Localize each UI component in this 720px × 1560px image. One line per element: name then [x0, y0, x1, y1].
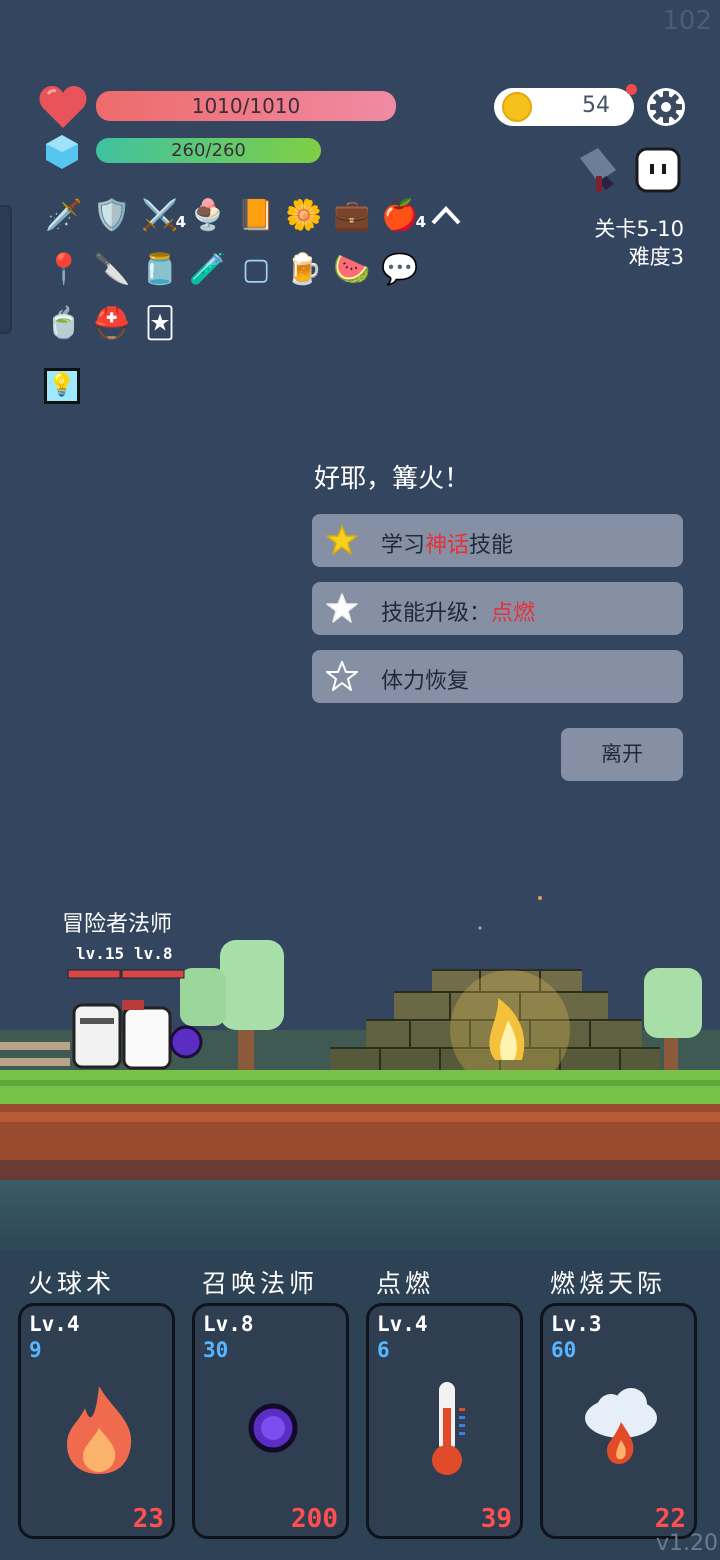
- leave-button[interactable]: 离开: [561, 728, 683, 781]
- option-label: 学习神话技能: [381, 527, 513, 559]
- sword-icon[interactable]: ⚔️ 4: [140, 196, 186, 236]
- fire-cloud-icon: [585, 1388, 657, 1464]
- skill-cost: 200: [291, 1504, 338, 1534]
- option-text: 技能升级：: [381, 601, 492, 626]
- option-text: 体力恢复: [381, 669, 470, 694]
- star-outline-icon: [326, 661, 358, 691]
- potion-icon[interactable]: 🧪: [188, 250, 228, 290]
- purple-orb-icon: [248, 1403, 298, 1453]
- coin-icon: [502, 92, 532, 122]
- version-label: v1.20: [655, 1531, 718, 1556]
- star-filled-gold-icon: [326, 525, 358, 555]
- skill-cost: 39: [480, 1504, 512, 1534]
- fps-counter: 102: [662, 6, 712, 36]
- skill-name: 火球术: [28, 1269, 116, 1298]
- knight-level: lv.15: [76, 944, 125, 963]
- option-text: 技能: [469, 533, 514, 558]
- dagger-icon[interactable]: 🗡️: [44, 196, 84, 236]
- option-highlight: 神话: [425, 533, 470, 558]
- tea-cup-icon[interactable]: 🍵: [44, 304, 84, 344]
- book-icon[interactable]: 📙: [236, 196, 276, 236]
- hp-bar: 1010/1010: [96, 91, 396, 121]
- skill-level: Lv.3: [551, 1312, 602, 1336]
- skill-mana: 9: [29, 1338, 42, 1362]
- star-filled-white-icon: [326, 593, 358, 623]
- playing-cards-icon[interactable]: 🃏: [140, 304, 180, 344]
- skill-card-burning-sky[interactable]: Lv.3 60 22: [540, 1303, 697, 1539]
- stage-difficulty: 难度3: [628, 245, 684, 269]
- skill-name: 燃烧天际: [550, 1269, 667, 1298]
- party-names: 冒险者法师: [62, 912, 173, 937]
- thermometer-icon: [432, 1382, 465, 1475]
- briefcase-icon[interactable]: 💼: [332, 196, 372, 236]
- side-drawer-tab[interactable]: [0, 205, 12, 334]
- blade-icon[interactable]: 🔪: [92, 250, 132, 290]
- skill-cost: 22: [654, 1504, 686, 1534]
- watermelon-icon[interactable]: 🍉: [332, 250, 372, 290]
- mage-level: lv.8: [134, 944, 173, 963]
- mp-bar: 260/260: [96, 138, 321, 163]
- sword-glyph: ⚔️: [141, 198, 179, 233]
- gear-icon[interactable]: [646, 87, 686, 127]
- shield-icon[interactable]: 🛡️: [92, 196, 132, 236]
- skill-cost: 23: [132, 1504, 164, 1534]
- option-label: 体力恢复: [381, 663, 469, 695]
- stage-level: 关卡5-10: [594, 217, 684, 241]
- skill-card-fireball[interactable]: Lv.4 9 23: [18, 1303, 175, 1539]
- ice-cream-icon[interactable]: 🍨: [188, 196, 228, 236]
- option-label: 技能升级：点燃: [381, 595, 535, 627]
- apple-glyph: 🍎: [381, 198, 419, 233]
- stage-info: 关卡5-10 难度3: [594, 215, 684, 271]
- skill-mana: 60: [551, 1338, 577, 1362]
- chat-bubble-icon[interactable]: 💬: [380, 250, 420, 290]
- hp-value: 1010/1010: [191, 94, 301, 118]
- flower-icon[interactable]: 🌼: [284, 196, 324, 236]
- knight-hero: [72, 1003, 122, 1069]
- item-count: 4: [175, 213, 186, 231]
- ghost-pet-icon: [635, 147, 681, 193]
- skill-card-ignite[interactable]: Lv.4 6 39: [366, 1303, 523, 1539]
- apple-icon[interactable]: 🍎 4: [380, 196, 426, 236]
- skill-name: 召唤法师: [202, 1269, 319, 1298]
- mp-value: 260/260: [171, 140, 246, 161]
- coin-value: 54: [582, 93, 610, 118]
- fire-icon: [67, 1386, 132, 1474]
- option-restore-stamina[interactable]: 体力恢复: [312, 650, 683, 703]
- beer-icon[interactable]: 🍺: [284, 250, 324, 290]
- frame-icon[interactable]: ▢: [236, 250, 276, 290]
- heart-icon: [39, 86, 87, 128]
- viking-helmet-icon[interactable]: ⛑️: [92, 304, 132, 344]
- option-text: 学习: [381, 533, 426, 558]
- cleaver-icon: [580, 148, 616, 192]
- option-upgrade-skill[interactable]: 技能升级：点燃: [312, 582, 683, 635]
- item-count: 4: [415, 213, 426, 231]
- jam-jar-icon[interactable]: 🫙: [140, 250, 180, 290]
- mana-crystal-icon: [46, 135, 78, 169]
- option-highlight: 点燃: [491, 601, 536, 626]
- skill-level: Lv.8: [203, 1312, 254, 1336]
- coin-counter[interactable]: 54: [494, 88, 634, 126]
- water-strip: [0, 1180, 720, 1250]
- skill-mana: 30: [203, 1338, 229, 1362]
- skill-level: Lv.4: [377, 1312, 428, 1336]
- map-pin-icon[interactable]: 📍: [44, 250, 84, 290]
- inventory-grid: 🗡️ 🛡️ ⚔️ 4 🍨 📙 🌼 💼 🍎 4 📍 🔪 🫙 🧪 ▢ 🍺 🍉 💬 🍵…: [44, 196, 461, 356]
- skill-mana: 6: [377, 1338, 390, 1362]
- option-learn-myth-skill[interactable]: 学习神话技能: [312, 514, 683, 567]
- skill-name: 点燃: [376, 1269, 435, 1298]
- notification-dot: [626, 84, 637, 95]
- lightbulb-icon[interactable]: 💡: [44, 368, 80, 404]
- dialog-title: 好耶，篝火！: [314, 464, 471, 494]
- skill-card-summon-mage[interactable]: Lv.8 30 200: [192, 1303, 349, 1539]
- chevron-up-icon[interactable]: [430, 204, 462, 226]
- skill-level: Lv.4: [29, 1312, 80, 1336]
